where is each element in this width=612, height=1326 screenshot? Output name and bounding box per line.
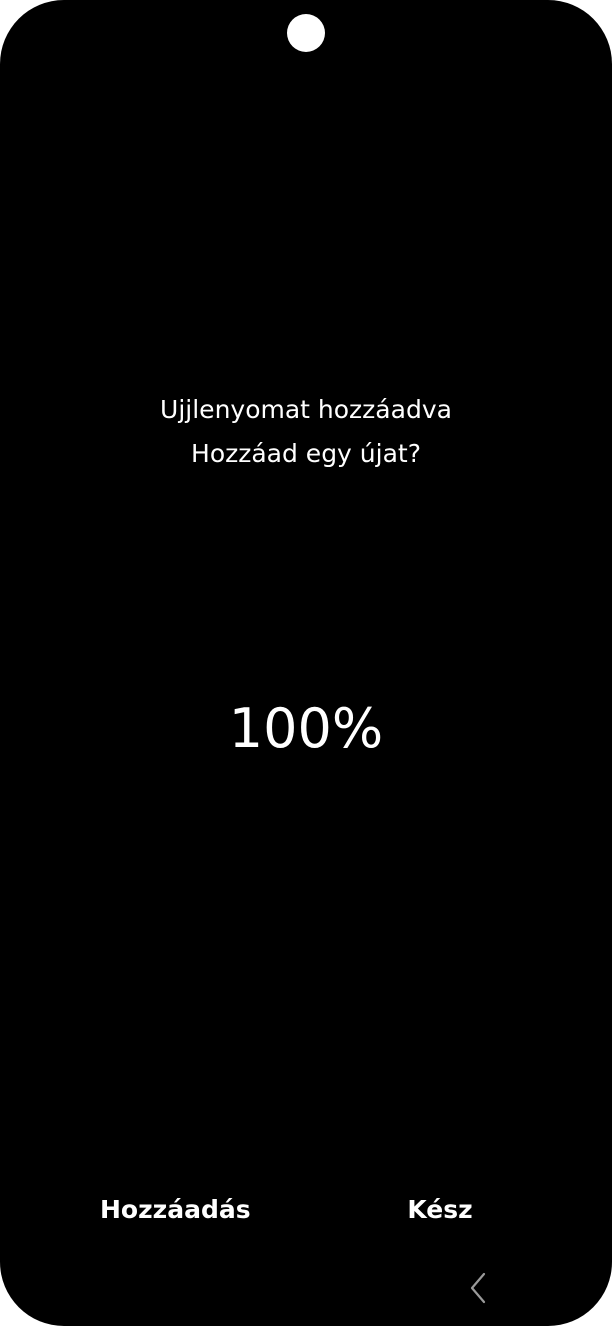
add-button[interactable]: Hozzáadás: [100, 1184, 251, 1236]
fingerprint-added-text: Ujjlenyomat hozzáadva: [160, 395, 452, 424]
done-button[interactable]: Kész: [400, 1184, 480, 1236]
back-chevron-icon[interactable]: [462, 1270, 496, 1306]
status-message: Ujjlenyomat hozzáadva Hozzáad egy újat?: [0, 388, 612, 476]
screen: Ujjlenyomat hozzáadva Hozzáad egy újat? …: [0, 0, 612, 1326]
front-camera-icon: [287, 14, 325, 52]
action-bar: Hozzáadás Kész: [0, 1184, 612, 1236]
progress-percentage: 100%: [228, 697, 384, 760]
navigation-bar: [0, 1262, 612, 1312]
add-another-question: Hozzáad egy újat?: [191, 439, 421, 468]
